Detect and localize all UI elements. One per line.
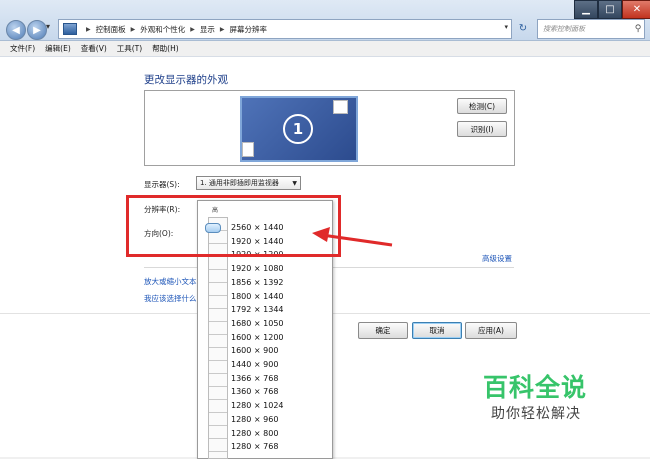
watermark-logo-title: 百科全说 [483, 373, 588, 402]
back-button[interactable]: ◀ [6, 20, 26, 40]
resolution-option[interactable]: 1792 × 1344 [231, 305, 284, 314]
recent-pages-dropdown-icon[interactable]: ▾ [46, 22, 50, 31]
display-select-value: 1. 通用非即插即用监视器 [200, 179, 279, 187]
close-button[interactable]: ✕ [622, 0, 650, 19]
monitor-number-badge: 1 [283, 114, 313, 144]
refresh-icon[interactable]: ↻ [514, 21, 532, 37]
help-choose-link[interactable]: 我应该选择什么 [144, 293, 197, 304]
breadcrumb-control-panel[interactable]: 控制面板 [96, 24, 126, 35]
ok-button[interactable]: 确定 [358, 322, 408, 339]
resolution-option[interactable]: 1280 × 800 [231, 429, 278, 438]
menu-file[interactable]: 文件(F) [10, 43, 35, 54]
window-mini-icon [242, 142, 254, 157]
page-title: 更改显示器的外观 [144, 74, 228, 86]
menu-view[interactable]: 查看(V) [81, 43, 107, 54]
chevron-right-icon[interactable]: ▶ [131, 26, 136, 33]
chevron-right-icon[interactable]: ▶ [86, 26, 91, 33]
apply-button[interactable]: 应用(A) [465, 322, 517, 339]
address-bar[interactable]: ▶ 控制面板 ▶ 外观和个性化 ▶ 显示 ▶ 屏幕分辨率 ▾ [58, 19, 512, 39]
resolution-option[interactable]: 1280 × 768 [231, 442, 278, 451]
search-placeholder[interactable]: 搜索控制面板 [543, 24, 632, 34]
watermark-logo-subtitle: 助你轻松解决 [491, 406, 581, 422]
annotation-arrow-icon [312, 227, 393, 247]
forward-button[interactable]: ▶ [27, 20, 47, 40]
resolution-option[interactable]: 1440 × 900 [231, 360, 278, 369]
resolution-option[interactable]: 1800 × 1440 [231, 292, 284, 301]
breadcrumb-screen-resolution[interactable]: 屏幕分辨率 [230, 24, 268, 35]
display-label: 显示器(S): [144, 180, 180, 189]
breadcrumb-appearance[interactable]: 外观和个性化 [140, 24, 185, 35]
advanced-settings-link[interactable]: 高级设置 [482, 253, 512, 264]
breadcrumb-display[interactable]: 显示 [200, 24, 215, 35]
resolution-option[interactable]: 1600 × 1200 [231, 333, 284, 342]
search-box[interactable]: 搜索控制面板 ⚲ [537, 19, 645, 39]
resolution-option[interactable]: 1280 × 1024 [231, 401, 284, 410]
cancel-button[interactable]: 取消 [412, 322, 462, 339]
search-icon[interactable]: ⚲ [632, 24, 644, 34]
menu-bar: 文件(F) 编辑(E) 查看(V) 工具(T) 帮助(H) [0, 41, 650, 57]
resolution-option[interactable]: 1680 × 1050 [231, 319, 284, 328]
menu-help[interactable]: 帮助(H) [152, 43, 179, 54]
identify-button[interactable]: 识别(I) [457, 121, 507, 137]
chevron-right-icon[interactable]: ▶ [190, 26, 195, 33]
control-panel-icon [63, 23, 77, 35]
detect-button[interactable]: 检测(C) [457, 98, 507, 114]
text-size-link[interactable]: 放大或缩小文本 [144, 276, 197, 287]
resolution-option[interactable]: 1366 × 768 [231, 374, 278, 383]
resolution-option[interactable]: 1280 × 960 [231, 415, 278, 424]
resolution-option[interactable]: 1856 × 1392 [231, 278, 284, 287]
chevron-down-icon: ▼ [292, 179, 297, 187]
window-mini-icon [333, 100, 348, 114]
forward-arrow-icon: ▶ [33, 24, 41, 36]
maximize-button[interactable]: □ [598, 0, 622, 19]
menu-edit[interactable]: 编辑(E) [45, 43, 71, 54]
resolution-option[interactable]: 1600 × 900 [231, 346, 278, 355]
display-select[interactable]: 1. 通用非即插即用监视器 ▼ [196, 176, 301, 190]
window-controls: ▁ □ ✕ [574, 0, 650, 19]
back-arrow-icon: ◀ [12, 24, 20, 36]
minimize-button[interactable]: ▁ [574, 0, 598, 19]
resolution-option[interactable]: 1360 × 768 [231, 387, 278, 396]
chevron-right-icon[interactable]: ▶ [220, 26, 225, 33]
resolution-option[interactable]: 1920 × 1080 [231, 264, 284, 273]
menu-tools[interactable]: 工具(T) [117, 43, 142, 54]
address-dropdown-icon[interactable]: ▾ [504, 23, 508, 31]
